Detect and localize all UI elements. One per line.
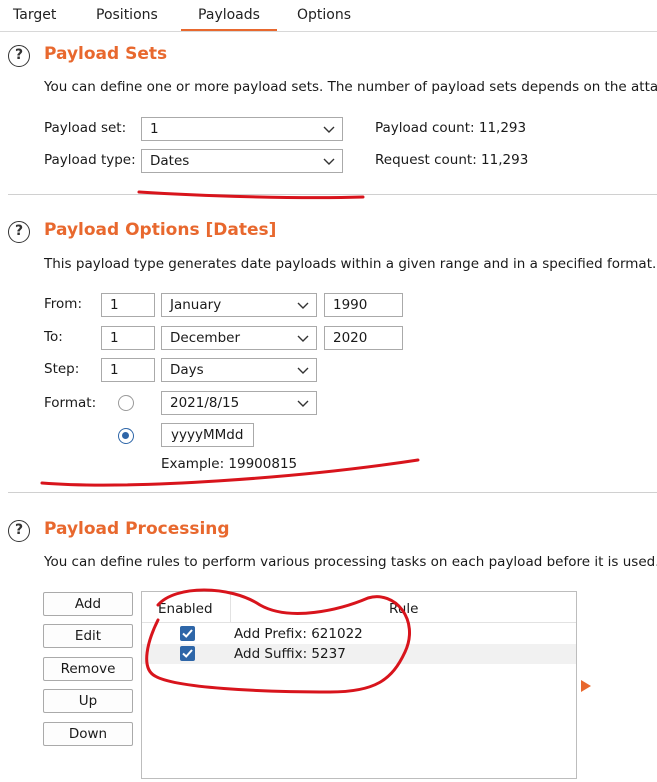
to-month-select[interactable]: December xyxy=(161,326,317,350)
format-label: Format: xyxy=(44,395,97,411)
format-custom-value: yyyyMMdd xyxy=(171,427,244,443)
remove-button[interactable]: Remove xyxy=(43,657,133,681)
processing-rules-table: Enabled Rule Add Prefix: 621022 Add Suff… xyxy=(141,591,577,779)
payload-type-label: Payload type: xyxy=(44,152,136,168)
enabled-checkbox[interactable] xyxy=(180,626,195,641)
rule-text: Add Prefix: 621022 xyxy=(234,626,363,642)
payload-options-title: Payload Options [Dates] xyxy=(44,220,277,240)
format-custom-input[interactable]: yyyyMMdd xyxy=(161,423,254,447)
table-row[interactable]: Add Suffix: 5237 xyxy=(142,644,576,664)
tab-payloads[interactable]: Payloads xyxy=(181,0,277,31)
section-divider xyxy=(8,492,657,493)
from-year-input[interactable]: 1990 xyxy=(324,293,403,317)
to-day-input[interactable]: 1 xyxy=(101,326,155,350)
payload-set-select[interactable]: 1 xyxy=(141,117,343,141)
check-icon xyxy=(182,629,193,638)
tab-options[interactable]: Options xyxy=(297,0,351,31)
tab-target[interactable]: Target xyxy=(13,0,56,31)
from-month-select[interactable]: January xyxy=(161,293,317,317)
step-unit-value: Days xyxy=(170,362,204,378)
step-unit-select[interactable]: Days xyxy=(161,358,317,382)
column-separator xyxy=(230,592,231,622)
chevron-down-icon xyxy=(297,367,309,374)
help-icon[interactable]: ? xyxy=(8,45,30,67)
from-day-input[interactable]: 1 xyxy=(101,293,155,317)
tab-positions[interactable]: Positions xyxy=(96,0,158,31)
step-value: 1 xyxy=(110,362,119,378)
format-preset-select[interactable]: 2021/8/15 xyxy=(161,391,317,415)
add-button[interactable]: Add xyxy=(43,592,133,616)
down-button[interactable]: Down xyxy=(43,722,133,746)
step-label: Step: xyxy=(44,361,80,377)
section-divider xyxy=(8,194,657,195)
payload-sets-title: Payload Sets xyxy=(44,44,168,64)
to-day-value: 1 xyxy=(110,330,119,346)
chevron-down-icon xyxy=(323,126,335,133)
format-custom-radio[interactable] xyxy=(118,428,134,444)
check-icon xyxy=(182,649,193,658)
format-example: Example: 19900815 xyxy=(161,456,298,472)
from-label: From: xyxy=(44,296,82,312)
table-header: Enabled Rule xyxy=(142,592,576,623)
help-icon[interactable]: ? xyxy=(8,221,30,243)
chevron-down-icon xyxy=(297,302,309,309)
rule-text: Add Suffix: 5237 xyxy=(234,646,346,662)
format-preset-radio[interactable] xyxy=(118,395,134,411)
payload-options-description: This payload type generates date payload… xyxy=(44,256,657,272)
payload-count: Payload count: 11,293 xyxy=(375,120,527,136)
step-input[interactable]: 1 xyxy=(101,358,155,382)
payload-sets-description: You can define one or more payload sets.… xyxy=(44,79,657,95)
column-header-rule[interactable]: Rule xyxy=(389,601,418,617)
from-day-value: 1 xyxy=(110,297,119,313)
payload-type-select[interactable]: Dates xyxy=(141,149,343,173)
chevron-down-icon xyxy=(297,335,309,342)
payload-set-label: Payload set: xyxy=(44,120,127,136)
from-year-value: 1990 xyxy=(333,297,368,313)
payload-processing-title: Payload Processing xyxy=(44,519,230,539)
tab-bar: Target Positions Payloads Options xyxy=(0,0,657,32)
to-year-value: 2020 xyxy=(333,330,368,346)
payload-processing-description: You can define rules to perform various … xyxy=(44,554,657,570)
help-icon[interactable]: ? xyxy=(8,520,30,542)
edit-button[interactable]: Edit xyxy=(43,624,133,648)
request-count: Request count: 11,293 xyxy=(375,152,529,168)
chevron-down-icon xyxy=(323,158,335,165)
to-year-input[interactable]: 2020 xyxy=(324,326,403,350)
expand-arrow-icon[interactable] xyxy=(581,680,591,692)
to-label: To: xyxy=(44,329,63,345)
column-header-enabled[interactable]: Enabled xyxy=(158,601,213,617)
from-month-value: January xyxy=(170,297,222,313)
enabled-checkbox[interactable] xyxy=(180,646,195,661)
payload-set-value: 1 xyxy=(150,121,159,137)
payload-type-value: Dates xyxy=(150,153,190,169)
format-preset-value: 2021/8/15 xyxy=(170,395,240,411)
table-row[interactable]: Add Prefix: 621022 xyxy=(142,624,576,644)
to-month-value: December xyxy=(170,330,241,346)
up-button[interactable]: Up xyxy=(43,689,133,713)
chevron-down-icon xyxy=(297,400,309,407)
